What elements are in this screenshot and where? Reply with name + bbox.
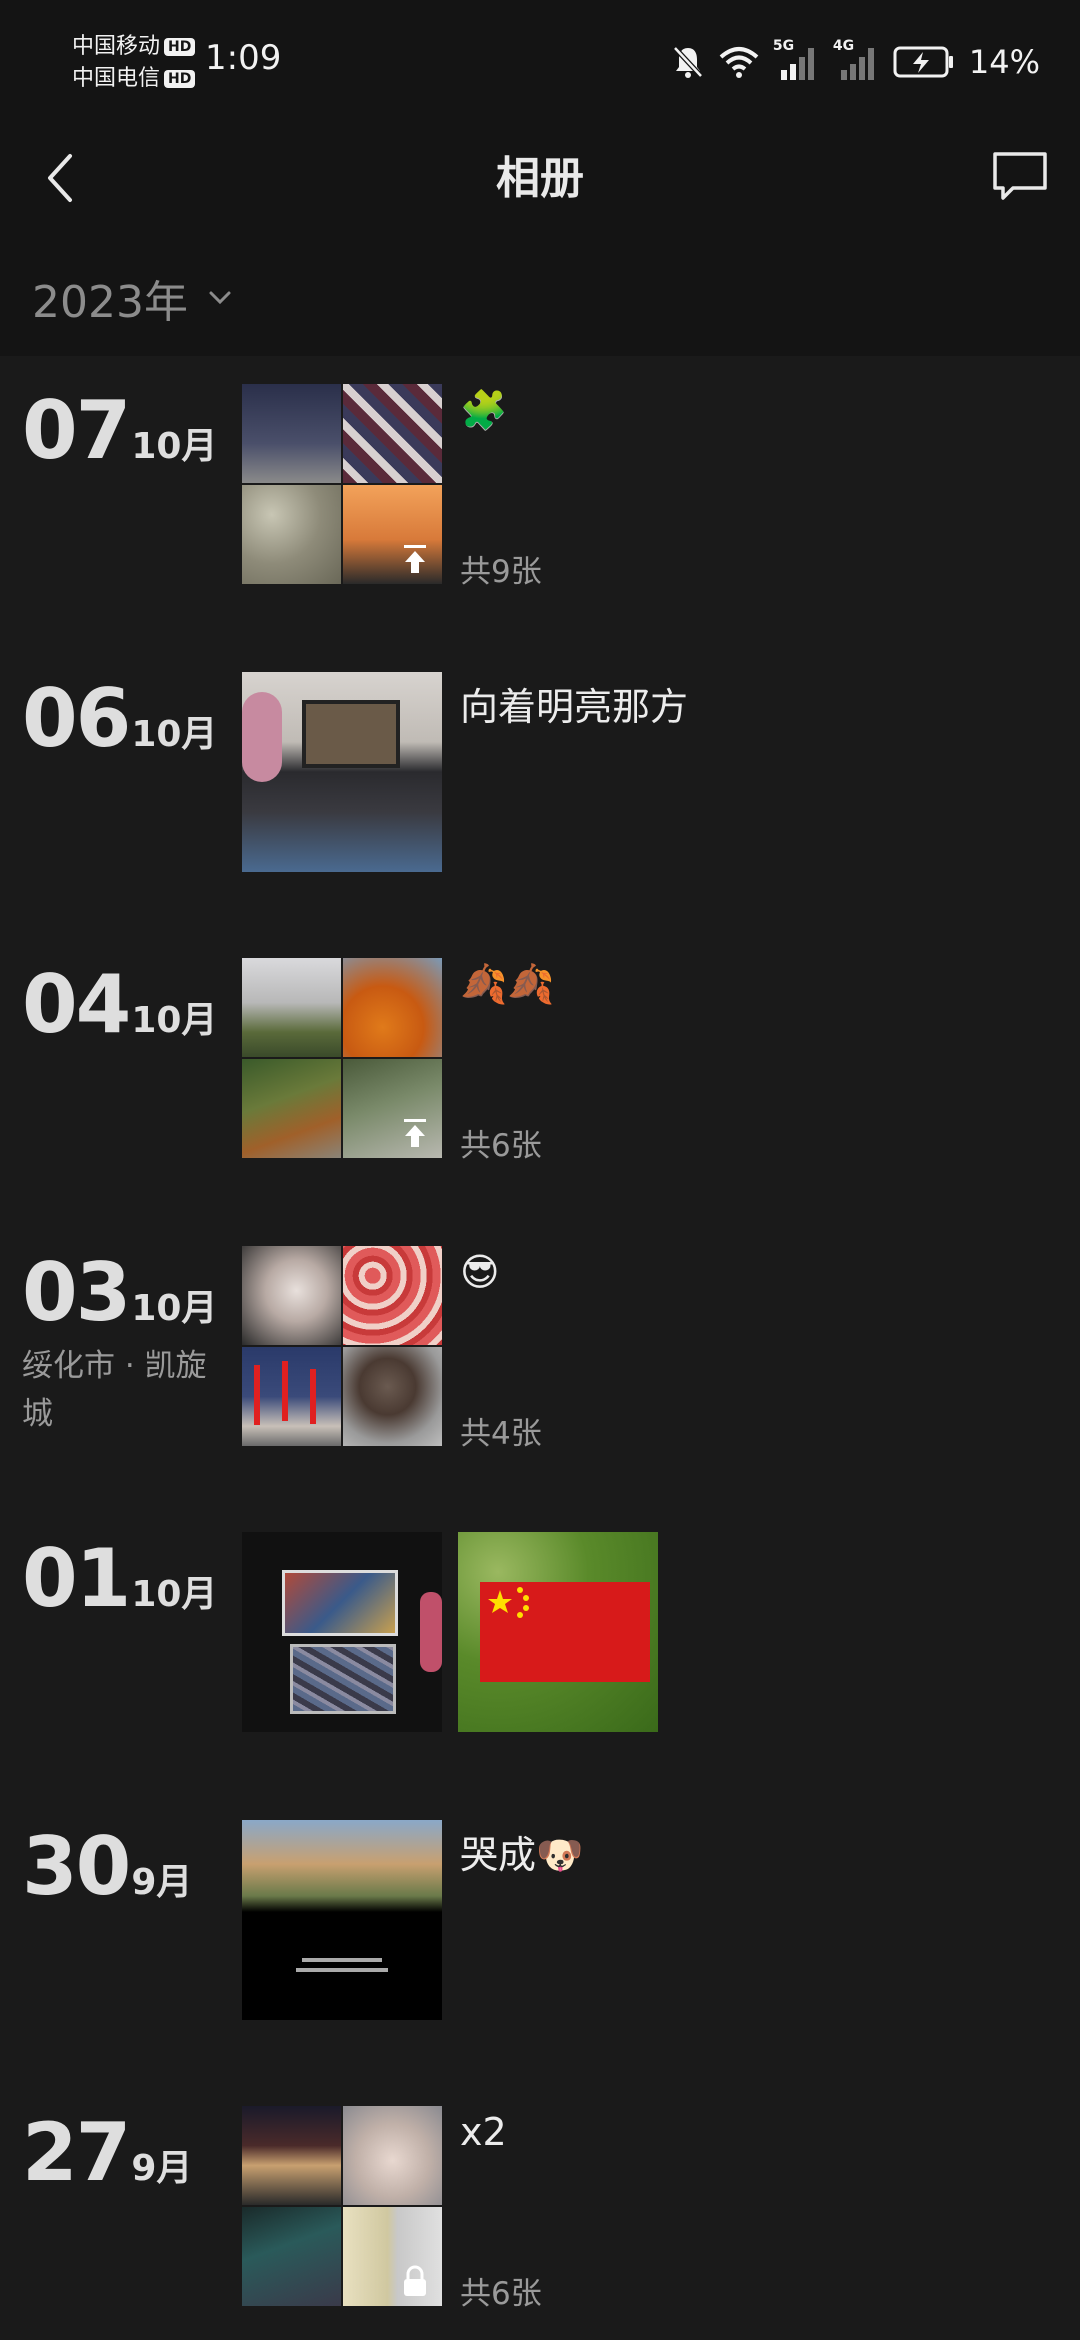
clock: 1:09 [205,38,282,78]
top-app-bar: 相册 [0,120,1080,236]
entry-caption: 哭成🐶 [460,1833,584,1877]
photo-thumbnail[interactable] [343,2106,442,2205]
signal-icon [780,48,814,80]
carrier-1-label: 中国移动 [72,34,161,59]
entry-month: 9月 [131,1862,193,1903]
bell-muted-icon [673,46,703,78]
photo-thumbnail[interactable] [242,1059,341,1158]
entry-day: 07 [22,384,131,477]
carrier-2: 中国电信 HD [72,60,196,92]
hd-badge: HD [164,70,196,88]
entry-month: 10月 [131,1574,218,1615]
entry-date: 279月 [22,2106,192,2199]
photo-grid[interactable] [242,1820,442,2020]
entry-day: 30 [22,1820,131,1913]
entry-caption: 🧩 [460,388,508,432]
photo-thumbnail[interactable] [343,384,442,483]
photo-thumbnail[interactable] [242,958,341,1057]
entry-day: 03 [22,1246,131,1339]
photo-count: 共4张 [460,1416,542,1452]
photo-grid[interactable] [242,1532,442,1732]
photo-thumbnail[interactable] [242,1820,442,2020]
entry-month: 10月 [131,1000,218,1041]
status-bar: 中国移动 HD 中国电信 HD 1:09 5G 4G 14% [0,0,1080,120]
photo-grid[interactable] [242,1246,442,1446]
star-icon [488,1587,529,1618]
photo-thumbnail[interactable] [242,2207,341,2306]
entry-caption: 😎 [460,1250,500,1294]
photo-grid[interactable] [242,384,442,584]
carrier-1: 中国移动 HD [72,28,196,60]
entry-date: 0710月 [22,384,217,477]
photo-thumbnail[interactable] [343,1059,442,1158]
photo-grid[interactable] [242,672,442,872]
year-label: 2023年 [32,277,188,328]
flag-image [480,1582,650,1682]
entry-day: 01 [22,1532,131,1625]
lock-icon [404,2265,426,2296]
entry-day: 27 [22,2106,131,2199]
photo-thumbnail[interactable] [242,1246,341,1345]
year-selector-bar: 2023年 [0,236,1080,356]
photo-count: 共9张 [460,554,542,590]
entry-month: 10月 [131,714,218,755]
chat-bubble-icon [993,152,1047,200]
photo-thumbnail[interactable] [343,485,442,584]
entry-day: 06 [22,672,131,765]
entry-date: 0310月 [22,1246,217,1339]
entry-date: 0110月 [22,1532,217,1625]
entry-month: 9月 [131,2148,193,2189]
photo-count: 共6张 [460,1128,542,1164]
wifi-icon [719,47,759,78]
photo-thumbnail[interactable] [242,1532,442,1732]
upload-icon [404,1119,426,1147]
photo-thumbnail[interactable] [242,1347,341,1446]
entry-date: 309月 [22,1820,192,1913]
entry-date: 0410月 [22,958,217,1051]
status-icons: 5G 4G 14% [671,38,1040,84]
upload-icon [404,545,426,573]
carrier-2-label: 中国电信 [72,66,161,91]
photo-thumbnail[interactable] [343,958,442,1057]
entry-caption: x2 [460,2110,507,2154]
signal-icon [840,48,874,80]
photo-thumbnail[interactable] [242,672,442,872]
photo-thumbnail[interactable] [343,1246,442,1345]
battery-charging-icon [893,46,953,78]
message-button[interactable] [988,138,1052,214]
year-selector[interactable]: 2023年 [32,266,232,330]
entry-caption: 🍂🍂 [460,962,555,1006]
entry-day: 04 [22,958,131,1051]
entry-month: 10月 [131,1288,218,1329]
photo-count: 共6张 [460,2276,542,2312]
battery-percentage: 14% [968,43,1040,81]
entry-caption: 向着明亮那方 [460,685,689,729]
entry-location: 绥化市 · 凯旋城 [22,1348,207,1432]
photo-thumbnail[interactable] [343,2207,442,2306]
signal-5g: 5G [773,38,819,82]
photo-thumbnail[interactable] [242,485,341,584]
photo-thumbnail[interactable] [458,1532,658,1732]
photo-thumbnail[interactable] [343,1347,442,1446]
photo-thumbnail[interactable] [242,384,341,483]
photo-grid[interactable] [242,958,442,1158]
page-title: 相册 [496,153,584,204]
signal-4g: 4G [833,38,879,82]
entry-month: 10月 [131,426,218,467]
entry-date: 0610月 [22,672,217,765]
photo-grid[interactable] [242,2106,442,2306]
hd-badge: HD [164,38,196,56]
chevron-down-icon [209,291,231,305]
photo-thumbnail[interactable] [242,2106,341,2205]
